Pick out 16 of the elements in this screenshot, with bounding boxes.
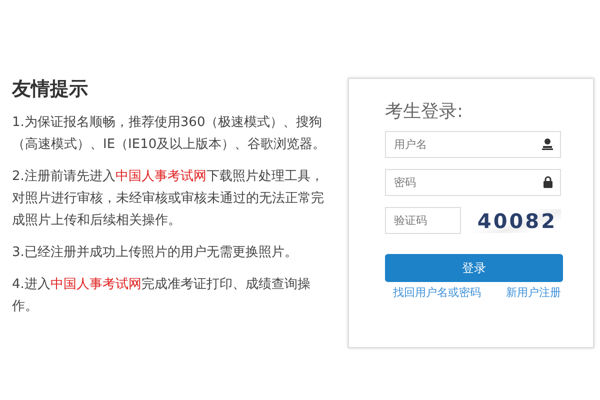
login-title: 考生登录: (385, 100, 464, 123)
password-field[interactable]: 密码 (385, 169, 561, 196)
tip-text: 3.已经注册并成功上传照片的用户无需更换照片。 (12, 244, 298, 262)
site-link[interactable]: 中国人事考试网 (50, 277, 142, 292)
user-icon (542, 138, 553, 150)
captcha-field[interactable]: 验证码 (385, 207, 462, 234)
tip-text: 4.进入中国人事考试网完成准考证打印、成绩查询操作。 (12, 276, 312, 316)
account-link[interactable]: 找回用户名或密码 (393, 285, 481, 300)
lock-icon (543, 176, 553, 188)
tip-text: 1.为保证报名顺畅，推荐使用360（极速模式）、搜狗（高速模式）、IE（IE10及以上版本）、谷歌浏览器。 (12, 114, 327, 154)
site-link[interactable]: 中国人事考试网 (115, 169, 206, 184)
tip-text: 2.注册前请先进入中国人事考试网下载照片处理工具，对照片进行审核，未经审核或审核未通过的无法正常完成照片上传和后续相关操作。 (12, 168, 325, 230)
username-field[interactable]: 用户名 (385, 131, 561, 158)
tips-heading: 友情提示 (12, 77, 89, 102)
login-button[interactable]: 登录 (385, 254, 563, 282)
account-link[interactable]: 新用户注册 (506, 285, 561, 300)
